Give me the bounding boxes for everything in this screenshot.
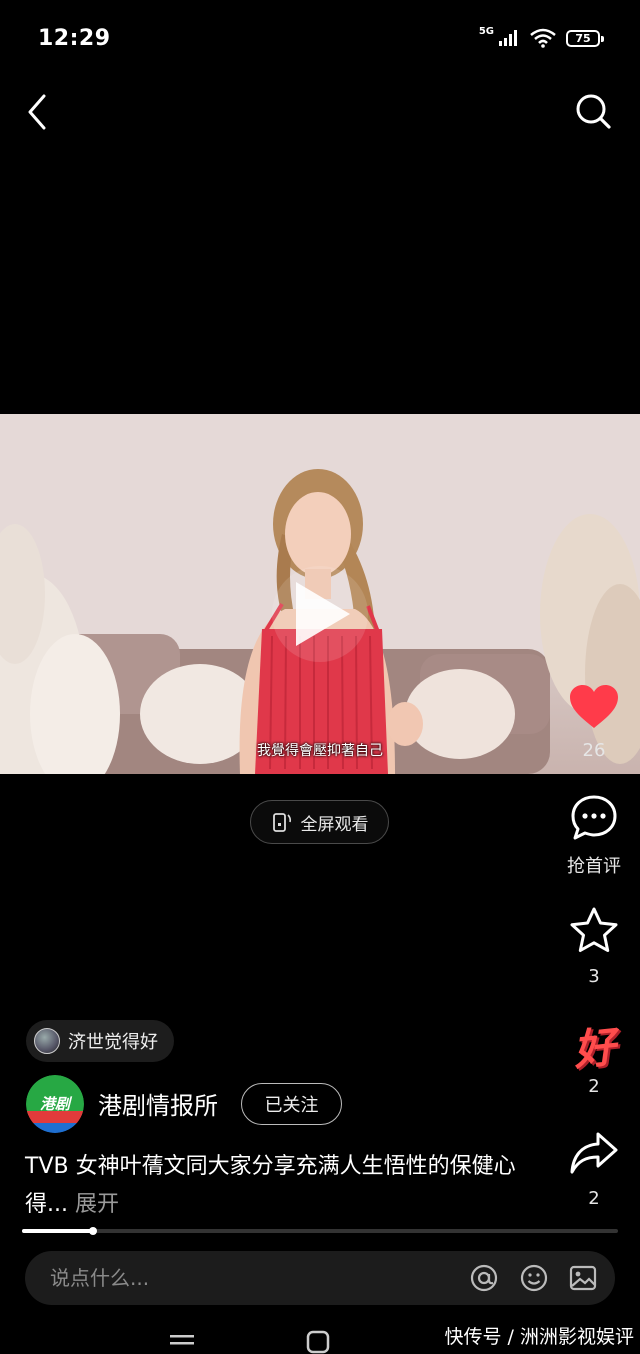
image-icon[interactable] <box>568 1263 598 1293</box>
fullscreen-button[interactable]: 全屏观看 <box>250 800 389 844</box>
search-button[interactable] <box>572 90 614 132</box>
back-button[interactable] <box>22 92 58 132</box>
comment-button[interactable]: 抢首评 <box>554 794 634 878</box>
avatar <box>34 1028 60 1054</box>
share-arrow-icon <box>570 1132 618 1174</box>
home-icon[interactable] <box>306 1330 330 1354</box>
good-icon: 好 <box>554 1020 634 1074</box>
status-time: 12:29 <box>38 26 111 51</box>
account-avatar[interactable]: 港剧 <box>26 1075 84 1133</box>
search-icon <box>576 94 611 129</box>
progress-knob[interactable] <box>88 1227 97 1235</box>
chevron-left-icon <box>28 94 46 130</box>
share-count: 2 <box>588 1188 600 1209</box>
like-count: 26 <box>582 740 606 761</box>
comment-label: 抢首评 <box>567 856 621 877</box>
like-button[interactable]: 26 <box>554 684 634 761</box>
account-name[interactable]: 港剧情报所 <box>98 1086 218 1121</box>
emoji-icon[interactable] <box>519 1263 549 1293</box>
status-icons: 5G 75 <box>478 25 604 48</box>
comment-bubble-icon <box>571 795 617 840</box>
heart-icon <box>570 685 618 728</box>
watermark: 快传号 / 洲洲影视娱评 <box>444 1326 634 1348</box>
good-button[interactable]: 好 2 <box>554 1020 634 1097</box>
favorite-button[interactable]: 3 <box>554 906 634 987</box>
video-frame <box>0 414 640 774</box>
video-caption[interactable]: TVB 女神叶蒨文同大家分享充满人生悟性的保健心得... 展开 <box>25 1148 525 1224</box>
fullscreen-label: 全屏观看 <box>300 814 369 835</box>
favorite-count: 3 <box>588 966 600 987</box>
progress-fill <box>22 1227 97 1235</box>
wifi-icon <box>530 28 556 48</box>
good-count: 2 <box>588 1076 600 1097</box>
cellular-signal-icon <box>499 30 517 46</box>
rotate-screen-icon <box>272 813 291 832</box>
user-tag[interactable]: 济世觉得好 <box>26 1020 174 1062</box>
comment-input[interactable] <box>25 1251 445 1305</box>
star-icon <box>570 907 618 952</box>
menu-icon[interactable] <box>170 1333 194 1351</box>
video-subtitle: 我覺得會壓抑著自己 <box>257 743 383 759</box>
comment-bar <box>25 1251 615 1305</box>
account-logo-text: 港剧 <box>40 1095 73 1113</box>
user-tag-name: 济世觉得好 <box>68 1032 158 1053</box>
good-label: 好 <box>570 1021 618 1075</box>
share-button[interactable]: 2 <box>554 1130 634 1209</box>
at-mention-icon[interactable] <box>469 1263 499 1293</box>
network-label: 5G <box>478 25 494 37</box>
account-logo: 港剧 <box>26 1075 84 1133</box>
video-player[interactable] <box>0 414 640 774</box>
battery-icon: 75 <box>566 29 604 47</box>
expand-link[interactable]: 展开 <box>75 1192 119 1217</box>
progress-bar[interactable] <box>22 1227 618 1235</box>
follow-button[interactable]: 已关注 <box>241 1083 342 1125</box>
battery-level: 75 <box>575 31 591 45</box>
